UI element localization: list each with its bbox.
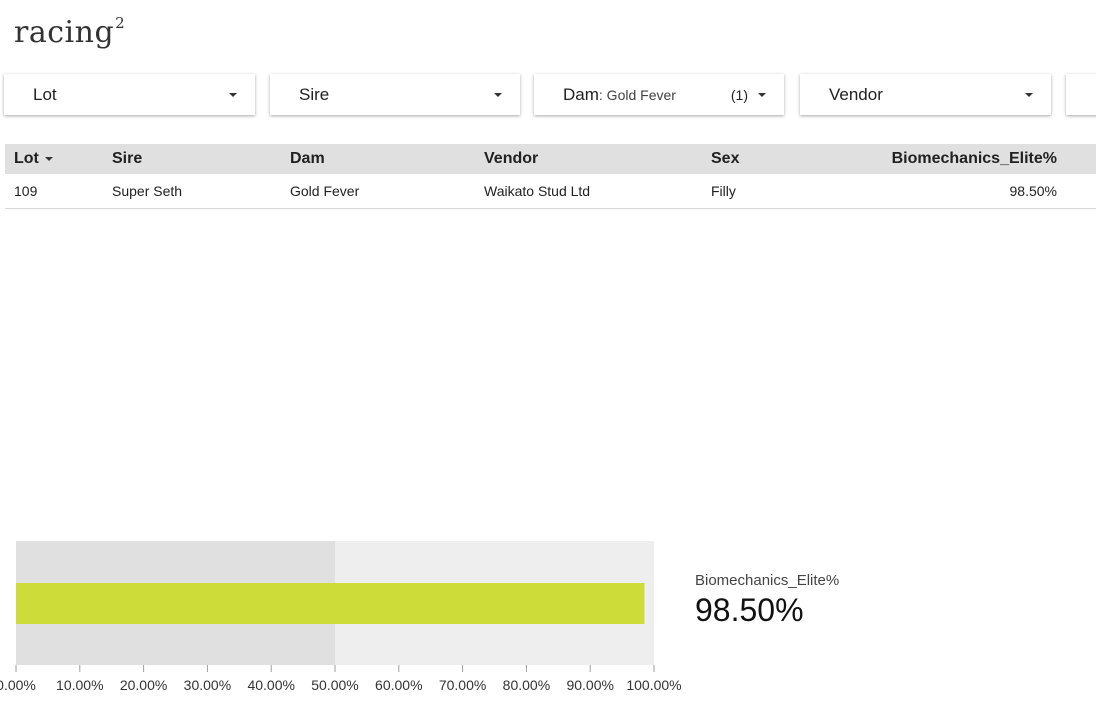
filter-vendor[interactable]: Vendor <box>800 74 1051 115</box>
x-tick-label: 10.00% <box>56 677 103 693</box>
filter-lot-label: Lot <box>33 84 57 104</box>
cell-lot: 109 <box>5 174 112 209</box>
filter-vendor-label: Vendor <box>829 84 883 104</box>
column-header-sex[interactable]: Sex <box>711 144 831 174</box>
sort-desc-icon <box>44 156 53 161</box>
filter-next[interactable] <box>1066 74 1096 115</box>
chevron-down-icon <box>494 92 502 97</box>
column-header-lot[interactable]: Lot <box>5 144 112 174</box>
results-table: Lot Sire Dam Vendor Sex Biomechanics_Eli… <box>5 144 1096 209</box>
filter-sire-label: Sire <box>299 84 330 104</box>
x-axis-ticks: 0.00% 10.00% 20.00% 30.00% 40.00% 50.00% 60.00… <box>0 665 682 693</box>
column-header-spacer <box>1057 144 1096 174</box>
x-tick-label: 90.00% <box>566 677 613 693</box>
filter-dam-value: : Gold Fever <box>598 86 676 103</box>
filter-dam-count: (1) <box>730 86 748 103</box>
kpi-label: Biomechanics_Elite% <box>695 572 840 589</box>
dashboard-page: racing2 Lot Sire Dam: Gold Fever (1) Ven… <box>0 0 1096 709</box>
filter-dam-label: Dam: Gold Fever <box>563 85 731 105</box>
cell-dam: Gold Fever <box>290 174 484 209</box>
x-tick-label: 60.00% <box>375 677 422 693</box>
chevron-down-icon <box>758 92 766 97</box>
x-tick-label: 50.00% <box>311 677 358 693</box>
x-tick-label: 40.00% <box>247 677 294 693</box>
cell-spacer <box>1057 174 1096 209</box>
x-tick-label: 30.00% <box>184 677 231 693</box>
x-tick-label: 20.00% <box>120 677 167 693</box>
value-bar <box>16 583 645 624</box>
filter-sire[interactable]: Sire <box>270 74 520 115</box>
filter-dam[interactable]: Dam: Gold Fever (1) <box>534 74 784 115</box>
cell-sire: Super Seth <box>112 174 290 209</box>
x-tick-label: 70.00% <box>439 677 486 693</box>
x-tick-label: 80.00% <box>503 677 550 693</box>
table-row[interactable]: 109 Super Seth Gold Fever Waikato Stud L… <box>5 174 1096 209</box>
cell-biomechanics: 98.50% <box>831 174 1057 209</box>
chevron-down-icon <box>1025 92 1033 97</box>
kpi-value: 98.50% <box>695 592 804 628</box>
x-tick-label: 0.00% <box>0 677 36 693</box>
cell-sex: Filly <box>711 174 831 209</box>
table-header-row: Lot Sire Dam Vendor Sex Biomechanics_Eli… <box>5 144 1096 174</box>
bullet-chart: 0.00% 10.00% 20.00% 30.00% 40.00% 50.00% 60.00… <box>0 541 682 693</box>
app-logo: racing2 <box>14 14 126 50</box>
column-header-sire[interactable]: Sire <box>112 144 290 174</box>
column-header-biomechanics[interactable]: Biomechanics_Elite% <box>831 144 1057 174</box>
x-tick-label: 100.00% <box>626 677 681 693</box>
column-header-vendor[interactable]: Vendor <box>484 144 711 174</box>
filter-dam-title: Dam <box>563 84 599 104</box>
column-header-dam[interactable]: Dam <box>290 144 484 174</box>
filter-lot[interactable]: Lot <box>4 74 255 115</box>
chevron-down-icon <box>229 92 237 97</box>
cell-vendor: Waikato Stud Ltd <box>484 174 711 209</box>
